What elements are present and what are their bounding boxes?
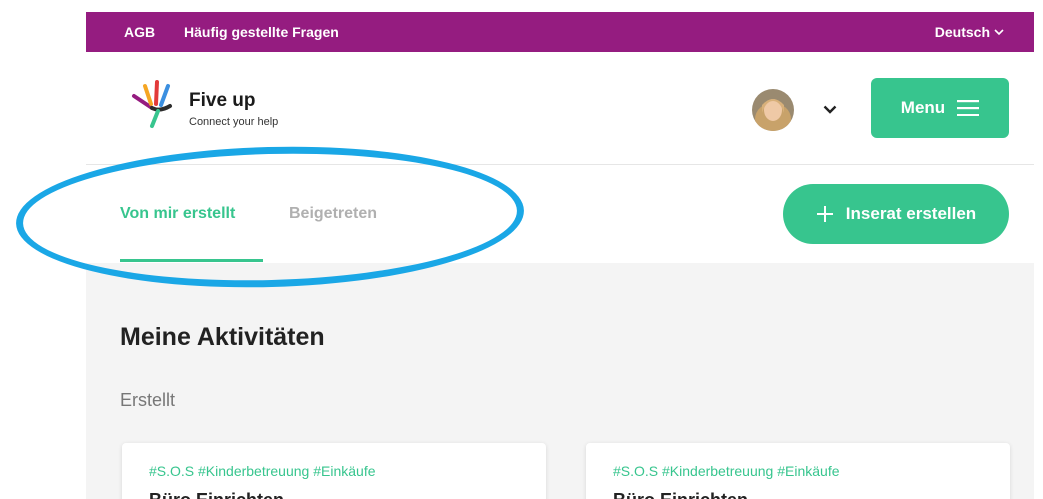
page-title: Meine Aktivitäten [120,323,325,351]
user-avatar[interactable] [752,89,794,131]
section-label: Erstellt [120,390,176,410]
language-selector[interactable]: Deutsch [935,24,1004,40]
plus-icon [816,206,833,222]
card-title: Büro Einrichten [613,490,748,499]
hamburger-icon [957,100,980,116]
menu-button[interactable]: Menu [871,78,1009,138]
menu-label: Menu [900,98,946,117]
card-title: Büro Einrichten [149,490,284,499]
create-listing-label: Inserat erstellen [845,204,977,223]
activity-card[interactable]: #S.O.S #Kinderbetreuung #Einkäufe Büro E… [586,443,1010,499]
top-bar: AGB Häufig gestellte Fragen Deutsch [86,12,1034,52]
chevron-down-icon [994,28,1004,35]
faq-link[interactable]: Häufig gestellte Fragen [184,24,339,40]
five-up-logo[interactable] [130,78,182,130]
main-content: Meine Aktivitäten Erstellt #S.O.S #Kinde… [86,263,1034,499]
card-tags: #S.O.S #Kinderbetreuung #Einkäufe [149,463,376,479]
agb-link[interactable]: AGB [124,24,155,40]
brand-tagline: Connect your help [189,116,279,128]
create-listing-button[interactable]: Inserat erstellen [783,184,1009,244]
brand-name: Five up [189,90,256,111]
activity-card[interactable]: #S.O.S #Kinderbetreuung #Einkäufe Büro E… [122,443,546,499]
card-tags: #S.O.S #Kinderbetreuung #Einkäufe [613,463,840,479]
language-label: Deutsch [934,24,990,40]
account-chevron-icon[interactable] [823,105,837,114]
